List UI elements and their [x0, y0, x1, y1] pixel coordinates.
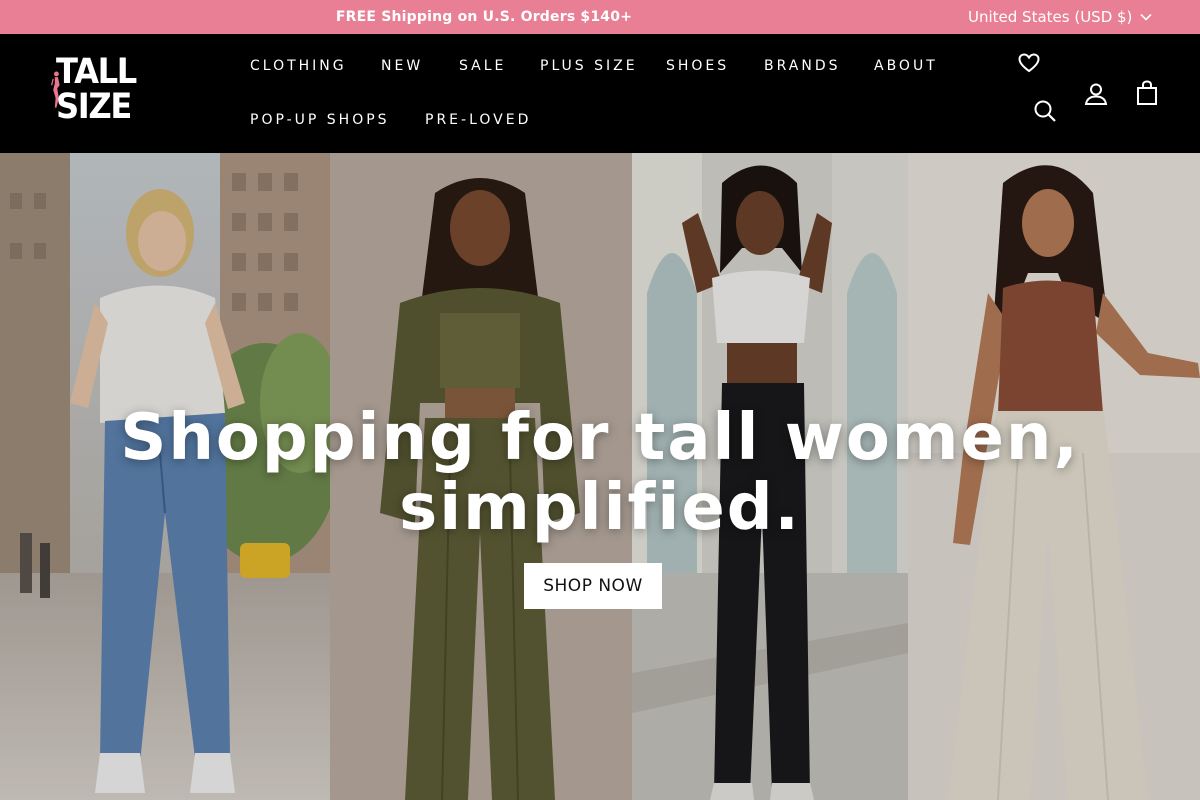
nav-new[interactable]: NEW — [381, 56, 423, 76]
heart-icon[interactable] — [1018, 53, 1040, 73]
shopping-bag-icon[interactable] — [1136, 80, 1158, 106]
hero-banner: Shopping for tall women, simplified. SHO… — [0, 153, 1200, 800]
currency-label: United States (USD $) — [968, 8, 1133, 26]
shop-now-button[interactable]: SHOP NOW — [524, 563, 662, 609]
search-icon[interactable] — [1033, 99, 1057, 123]
nav-pop-up-shops[interactable]: POP-UP SHOPS — [250, 110, 390, 130]
chevron-down-icon — [1140, 13, 1152, 21]
currency-selector[interactable]: United States (USD $) — [968, 0, 1152, 34]
nav-brands[interactable]: BRANDS — [764, 56, 840, 76]
nav-sale[interactable]: SALE — [459, 56, 506, 76]
nav-clothing[interactable]: CLOTHING — [250, 56, 347, 76]
user-icon[interactable] — [1084, 82, 1108, 106]
logo-text: TALL SIZE — [56, 52, 137, 127]
nav-plus-size[interactable]: PLUS SIZE — [540, 56, 638, 76]
site-logo[interactable]: TALL SIZE — [50, 55, 200, 125]
hero-title-line-1: Shopping for tall women, — [120, 401, 1080, 475]
announcement-text: FREE Shipping on U.S. Orders $140+ — [335, 9, 633, 25]
nav-shoes[interactable]: SHOES — [666, 56, 729, 76]
hero-title-line-2: simplified. — [399, 471, 801, 545]
hero-title: Shopping for tall women, simplified. — [0, 403, 1200, 543]
nav-about[interactable]: ABOUT — [874, 56, 938, 76]
announcement-bar: FREE Shipping on U.S. Orders $140+ Unite… — [0, 0, 1200, 34]
site-header: TALL SIZE CLOTHING NEW SALE PLUS SIZE SH… — [0, 34, 1200, 153]
nav-pre-loved[interactable]: PRE-LOVED — [425, 110, 531, 130]
